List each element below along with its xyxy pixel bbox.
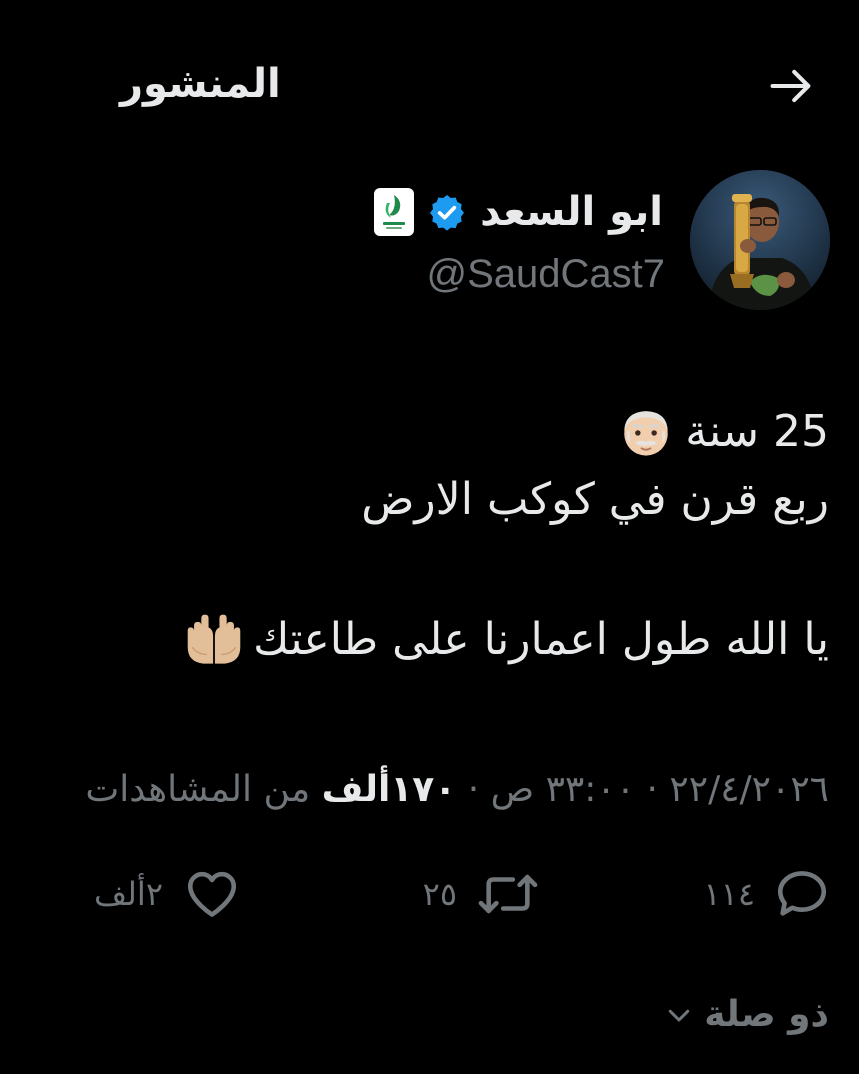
arrow-back-icon <box>770 69 811 103</box>
verified-badge-icon[interactable] <box>426 191 468 233</box>
reply-count: ١١٤ <box>703 875 755 913</box>
post-line-3-text: يا الله طول اعمارنا على طاعتك <box>253 614 829 665</box>
repost-button[interactable]: ٢٥ <box>423 862 541 926</box>
heart-icon <box>187 871 237 917</box>
page-title: المنشور <box>120 61 281 107</box>
post-timestamp[interactable]: ٢٢/٤/٢٠٢٦ · ٣٣:٠٠ ص · <box>468 769 829 810</box>
like-button[interactable]: ٢ألف <box>94 862 243 926</box>
post-line-3: يا الله طول اعمارنا على طاعتك <box>29 606 829 674</box>
repost-icon <box>478 874 538 914</box>
back-button[interactable] <box>763 58 819 114</box>
post-line-1-text: 25 سنة <box>685 406 829 457</box>
reply-button[interactable]: ١١٤ <box>703 862 831 926</box>
post-meta: ٢٢/٤/٢٠٢٦ · ٣٣:٠٠ ص · ١٧٠ألف من المشاهدا… <box>85 764 829 816</box>
author-name-row[interactable]: ابو السعد <box>374 182 663 242</box>
views-label: من المشاهدات <box>85 769 311 810</box>
like-count: ٢ألف <box>94 875 163 913</box>
repost-count: ٢٥ <box>422 875 457 913</box>
post-text: 25 سنة ربع قرن في كوكب الارض يا الله طول… <box>29 398 829 674</box>
palms-up-together-emoji <box>187 614 241 664</box>
author-handle[interactable]: @SaudCast7 <box>426 248 665 300</box>
post-line-2-text: ربع قرن في كوكب الارض <box>361 474 829 525</box>
author-display-name[interactable]: ابو السعد <box>480 186 663 238</box>
chevron-down-icon <box>669 1009 690 1021</box>
avatar-photo <box>690 170 830 310</box>
avatar[interactable] <box>690 170 830 310</box>
reply-icon <box>777 871 827 916</box>
post-line-1: 25 سنة <box>29 398 829 466</box>
affiliate-badge-icon[interactable] <box>374 188 415 236</box>
post-line-2: ربع قرن في كوكب الارض <box>29 466 829 534</box>
old-man-emoji <box>624 411 669 456</box>
related-toggle[interactable]: ذو صلة <box>664 994 829 1035</box>
related-label: ذو صلة <box>704 994 829 1035</box>
views-count: ١٧٠ألف <box>321 769 457 810</box>
